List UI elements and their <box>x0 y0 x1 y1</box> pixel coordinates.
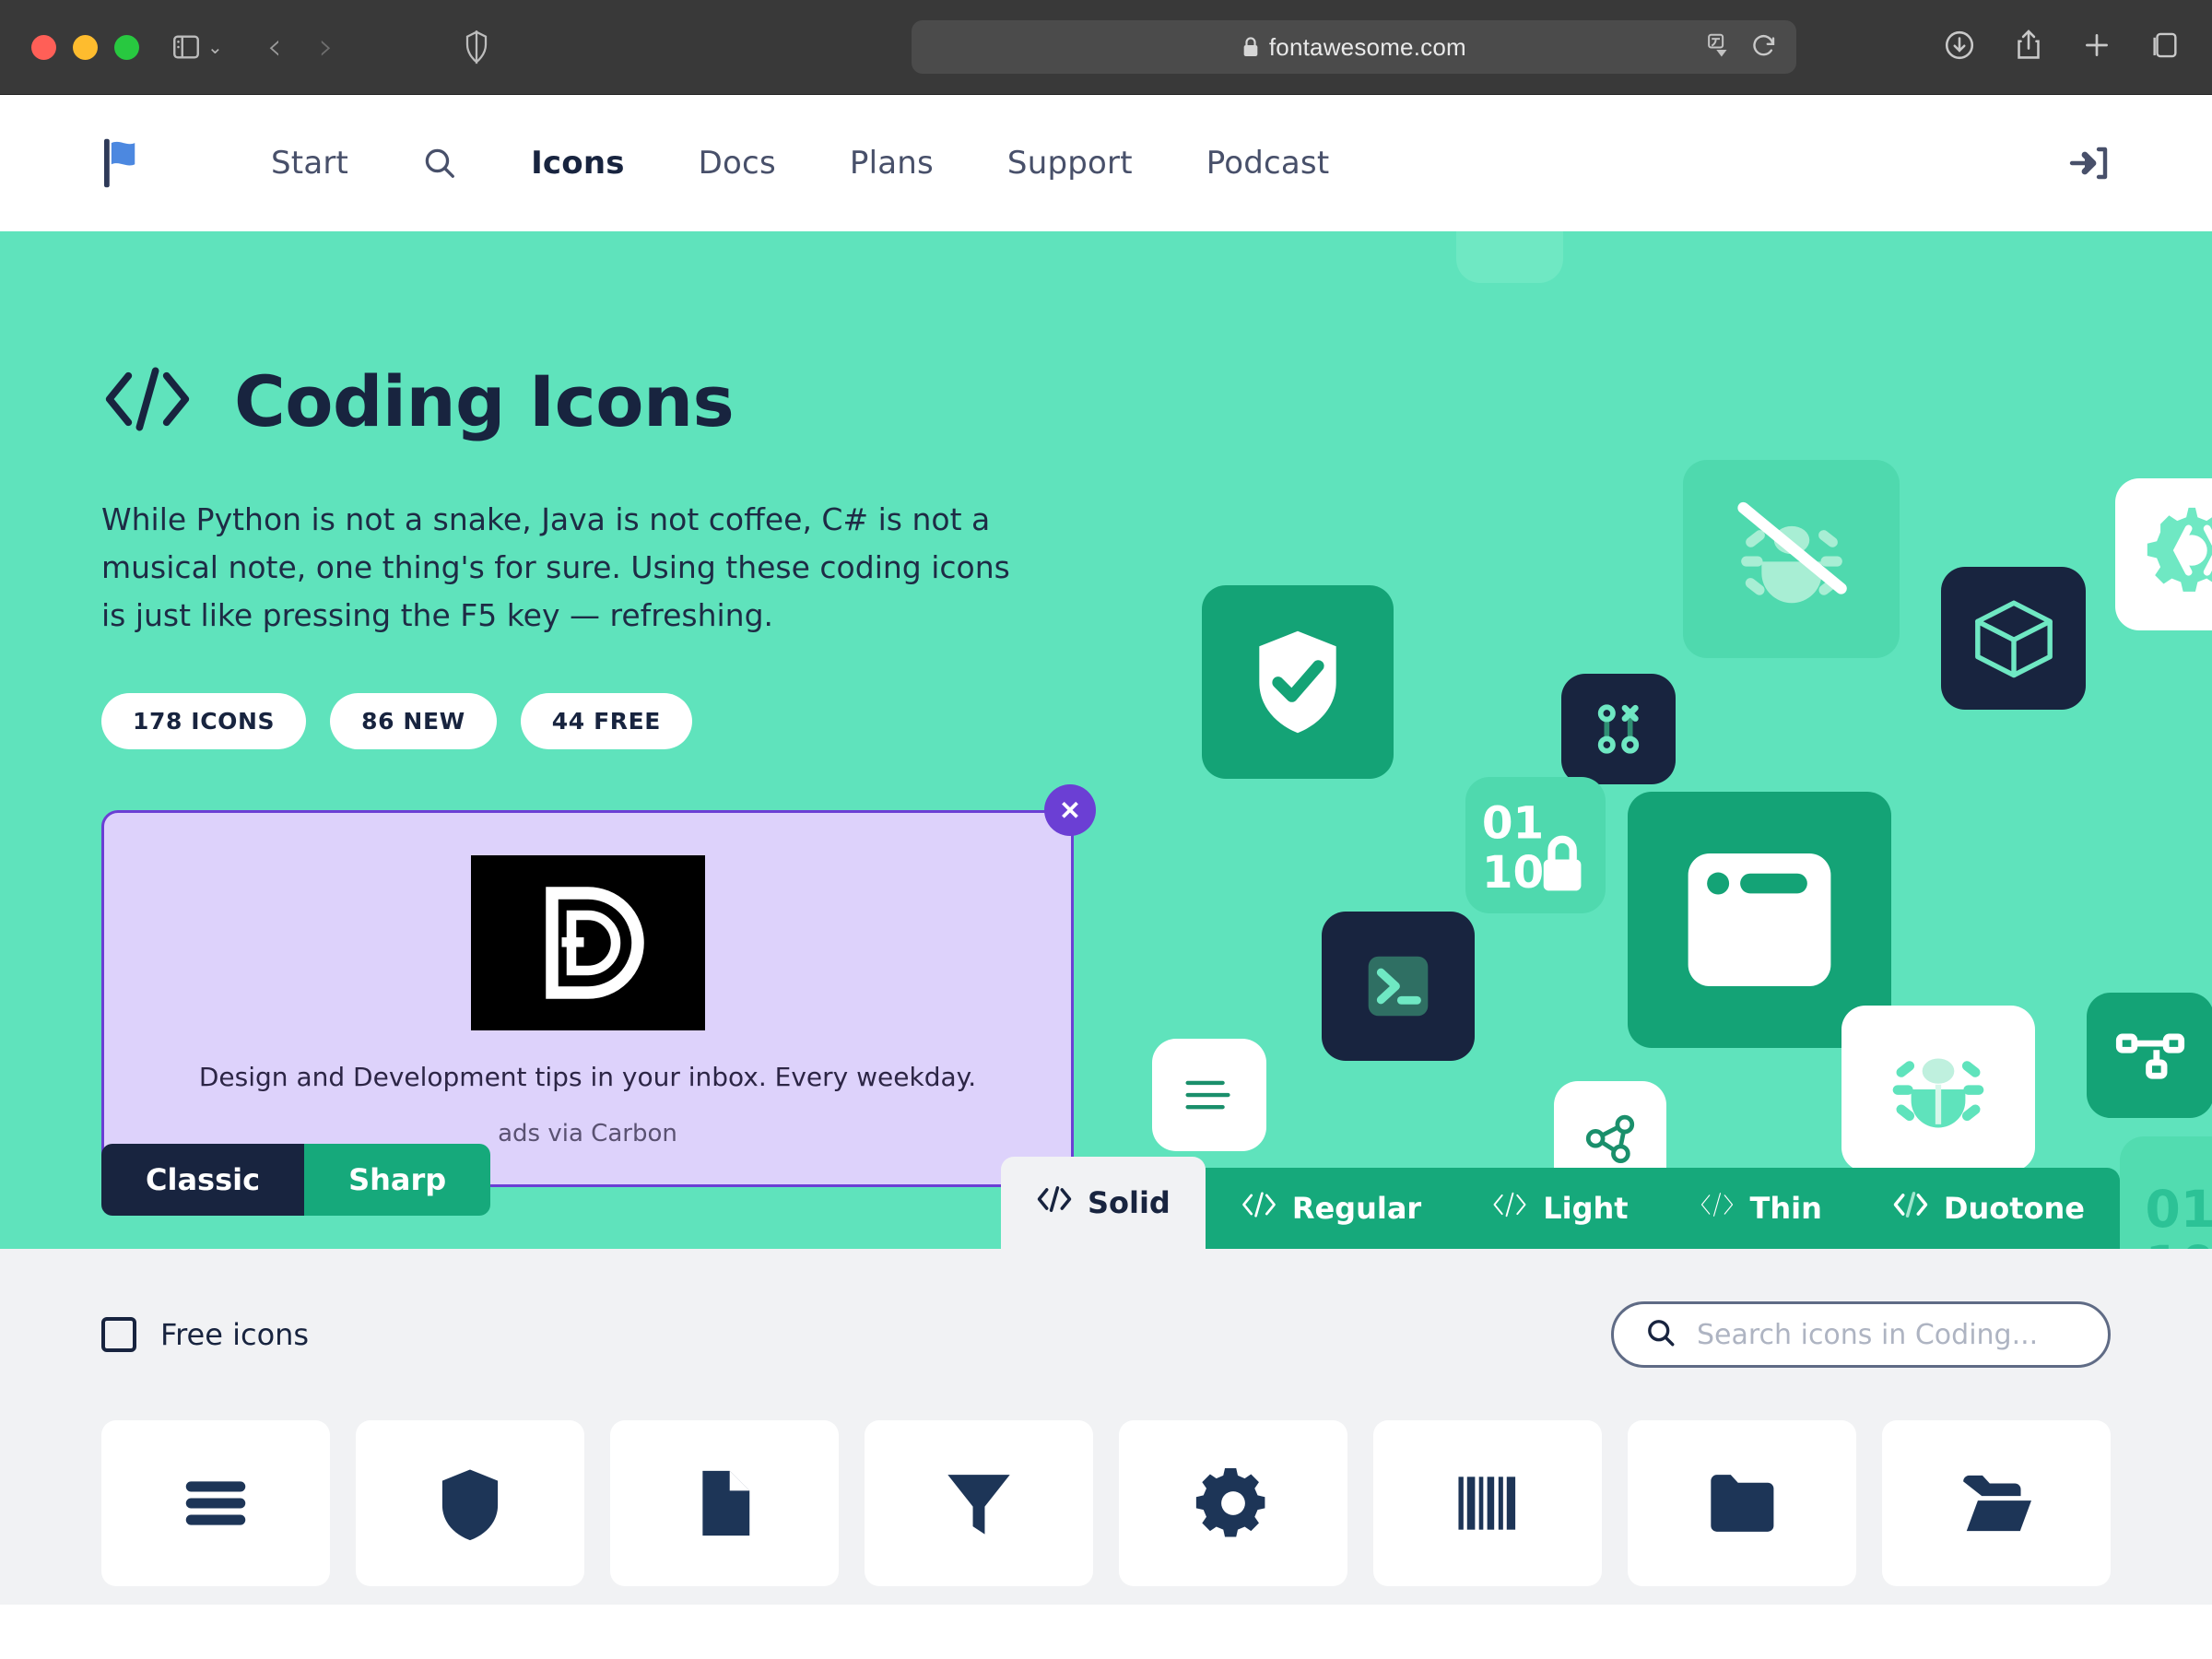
toolbar-actions <box>1943 28 2181 67</box>
download-icon[interactable] <box>1943 29 1976 66</box>
page-content: Start Icons Docs Plans Support Podcast 0… <box>0 95 2212 1659</box>
icon-grid-section <box>0 1420 2212 1605</box>
style-tab-label: Light <box>1543 1191 1629 1226</box>
plus-icon[interactable] <box>2081 29 2112 65</box>
nav-item-start[interactable]: Start <box>234 145 385 182</box>
icon-grid <box>101 1420 2111 1586</box>
code-icon-thin <box>1699 1191 1735 1226</box>
nav-item-podcast[interactable]: Podcast <box>1170 145 1367 182</box>
lock-icon <box>1241 36 1260 58</box>
tab-overview-icon[interactable] <box>2149 29 2181 65</box>
style-tab-label: Duotone <box>1943 1191 2085 1226</box>
shield-check-icon <box>1202 585 1394 779</box>
reload-icon[interactable] <box>1750 31 1778 64</box>
style-tab-label: Solid <box>1087 1185 1171 1220</box>
badge-icon-count: 178 ICONS <box>101 693 307 750</box>
browser-window: ⌄ ‹ › fontawesome.com Start Icons Docs P… <box>0 0 2212 1659</box>
nav-item-plans[interactable]: Plans <box>813 145 971 182</box>
partial-tile <box>1456 231 1563 283</box>
url-text: fontawesome.com <box>1268 32 1466 61</box>
family-option-classic[interactable]: Classic <box>101 1144 305 1216</box>
browser-toolbar: ⌄ ‹ › fontawesome.com <box>0 0 2212 95</box>
nav-item-docs[interactable]: Docs <box>662 145 813 182</box>
free-icons-label: Free icons <box>160 1317 310 1352</box>
share-icon[interactable] <box>2013 28 2044 67</box>
chevron-down-icon[interactable]: ⌄ <box>207 36 223 59</box>
icon-card-filter[interactable] <box>865 1420 1093 1586</box>
stat-badges: 178 ICONS 86 NEW 44 FREE <box>101 693 1014 750</box>
code-icon-solid <box>1036 1185 1073 1220</box>
shield-icon[interactable] <box>463 29 490 65</box>
nav-links: Start Icons Docs Plans Support Podcast <box>234 145 1366 182</box>
translate-icon[interactable] <box>1706 31 1734 64</box>
close-window-button[interactable] <box>31 34 56 60</box>
style-tab-label: Thin <box>1749 1191 1822 1226</box>
binary-lock-icon: 01 10 <box>1465 777 1606 913</box>
icon-card-shield[interactable] <box>356 1420 584 1586</box>
address-bar[interactable]: fontawesome.com <box>911 20 1796 74</box>
search-icon <box>1645 1317 1677 1353</box>
maximize-window-button[interactable] <box>114 34 139 60</box>
forward-button[interactable]: › <box>300 26 352 68</box>
gear-code-icon <box>2115 478 2212 630</box>
family-option-sharp[interactable]: Sharp <box>304 1144 491 1216</box>
page-title: Coding Icons <box>101 360 1014 442</box>
code-icon-regular <box>1241 1191 1277 1226</box>
hero-content: Coding Icons While Python is not a snake… <box>0 231 1096 1188</box>
back-button[interactable]: ‹ <box>249 26 300 68</box>
badge-free-count: 44 FREE <box>520 693 692 750</box>
carbon-ad-text: Design and Development tips in your inbo… <box>198 1062 977 1093</box>
style-tab-thin[interactable]: Thin <box>1663 1168 1857 1249</box>
page-title-text: Coding Icons <box>234 360 735 442</box>
nav-item-support[interactable]: Support <box>971 145 1170 182</box>
nav-item-icons[interactable]: Icons <box>494 145 662 182</box>
sidebar-icon[interactable] <box>171 31 202 63</box>
sign-in-icon[interactable] <box>2066 141 2111 185</box>
minimize-window-button[interactable] <box>73 34 98 60</box>
code-icon-light <box>1491 1191 1528 1226</box>
bug-slash-icon <box>1683 460 1900 658</box>
filter-bar: Free icons <box>0 1249 2212 1420</box>
style-tab-duotone[interactable]: Duotone <box>1856 1168 2120 1249</box>
style-tab-regular[interactable]: Regular <box>1205 1168 1457 1249</box>
code-commit-icon <box>1561 674 1676 784</box>
search-icon[interactable] <box>385 146 494 181</box>
fontawesome-flag-logo[interactable] <box>101 137 146 189</box>
style-controls: Classic Sharp Solid Regular Light Thin D… <box>0 1111 2212 1249</box>
style-tabs: Solid Regular Light Thin Duotone <box>1000 1157 2120 1249</box>
code-icon <box>101 365 194 438</box>
svg-text:10: 10 <box>1482 847 1544 899</box>
icon-card-barcode[interactable] <box>1373 1420 1602 1586</box>
badge-new-count: 86 NEW <box>330 693 497 750</box>
window-controls <box>31 34 139 60</box>
icon-card-file[interactable] <box>610 1420 839 1586</box>
family-toggle: Classic Sharp <box>101 1144 491 1216</box>
close-ad-button[interactable]: ✕ <box>1044 784 1096 837</box>
hero-description: While Python is not a snake, Java is not… <box>101 501 1010 634</box>
hero-section: 01 10 01 Coding Icons While Python is no… <box>0 231 2212 1249</box>
terminal-icon <box>1322 912 1475 1061</box>
carbon-ad-image[interactable] <box>470 855 705 1031</box>
free-icons-checkbox[interactable] <box>101 1317 136 1352</box>
search-input[interactable] <box>1697 1318 2077 1351</box>
icon-card-bars[interactable] <box>101 1420 330 1586</box>
style-tab-label: Regular <box>1291 1191 1422 1226</box>
icon-card-folder[interactable] <box>1628 1420 1856 1586</box>
svg-text:01: 01 <box>1482 798 1544 850</box>
site-navigation: Start Icons Docs Plans Support Podcast <box>0 95 2212 231</box>
search-icons-box[interactable] <box>1611 1301 2111 1368</box>
icon-card-folder-open[interactable] <box>1882 1420 2111 1586</box>
cube-icon <box>1941 567 2086 710</box>
icon-card-gear[interactable] <box>1119 1420 1347 1586</box>
style-tab-solid[interactable]: Solid <box>1000 1157 1206 1249</box>
diagram-project-icon <box>2087 993 2212 1118</box>
style-tab-light[interactable]: Light <box>1456 1168 1664 1249</box>
code-icon-duotone <box>1892 1191 1929 1226</box>
free-icons-filter[interactable]: Free icons <box>101 1317 309 1352</box>
